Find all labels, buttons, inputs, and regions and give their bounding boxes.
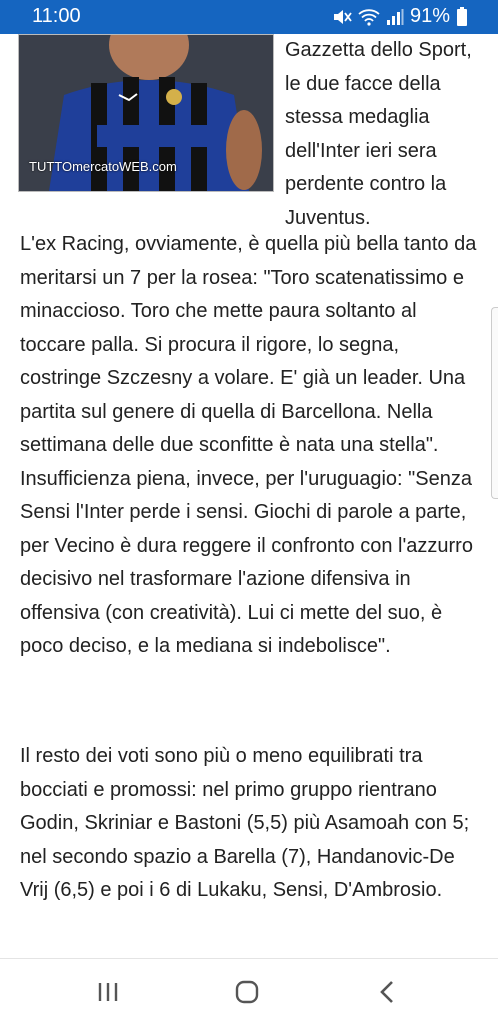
back-icon[interactable] [373,977,403,1007]
status-time: 11:00 [32,5,81,27]
article-paragraph: L'ex Racing, ovviamente, è quella più be… [20,233,477,657]
battery-icon [456,6,468,27]
signal-icon [386,8,404,26]
photo-caption: TUTTOmercatoWEB.com [29,159,177,174]
wifi-icon [358,8,380,26]
article-paragraph: Il resto dei voti sono più o meno equili… [20,745,470,901]
status-bar: 11:00 91% [0,0,498,34]
recent-apps-icon[interactable] [93,977,123,1007]
article-photo[interactable]: TUTTOmercatoWEB.com [18,34,274,192]
article-text-beside-photo: Gazzetta dello Sport, le due facce della… [285,39,472,229]
battery-percent: 91% [409,5,450,27]
navigation-bar [0,958,498,1025]
status-icons: 91% [332,5,468,28]
mute-icon [332,8,352,26]
home-icon[interactable] [232,977,262,1007]
scroll-handle[interactable] [491,307,498,499]
